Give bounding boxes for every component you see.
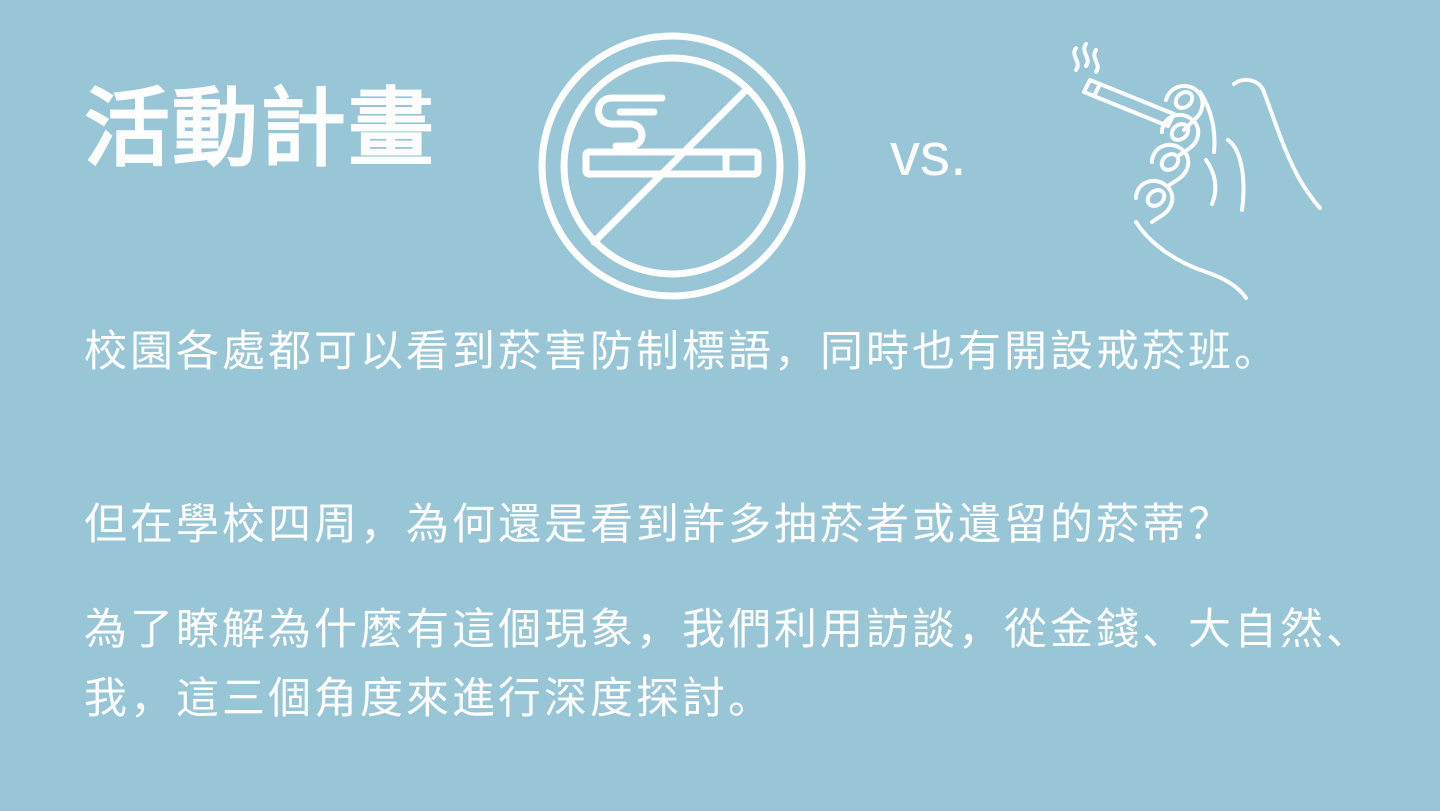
paragraph-question: 但在學校四周，為何還是看到許多抽菸者或遺留的菸蒂？: [84, 500, 1234, 550]
slide: 活動計畫 vs. 校園各處都可以看到菸害防制標語，同時也有開設戒菸班。 但在學校…: [0, 0, 1440, 811]
hand-holding-cigarette-icon: [1072, 42, 1322, 300]
no-smoking-icon: [538, 32, 806, 300]
vs-label: vs.: [890, 121, 967, 188]
paragraph-research-plan: 為了瞭解為什麼有這個現象，我們利用訪談，從金錢、大自然、我，這三個角度來進行深度…: [84, 605, 1372, 724]
paragraph-campus-signs: 校園各處都可以看到菸害防制標語，同時也有開設戒菸班。: [84, 327, 1280, 377]
slide-title: 活動計畫: [84, 79, 436, 179]
